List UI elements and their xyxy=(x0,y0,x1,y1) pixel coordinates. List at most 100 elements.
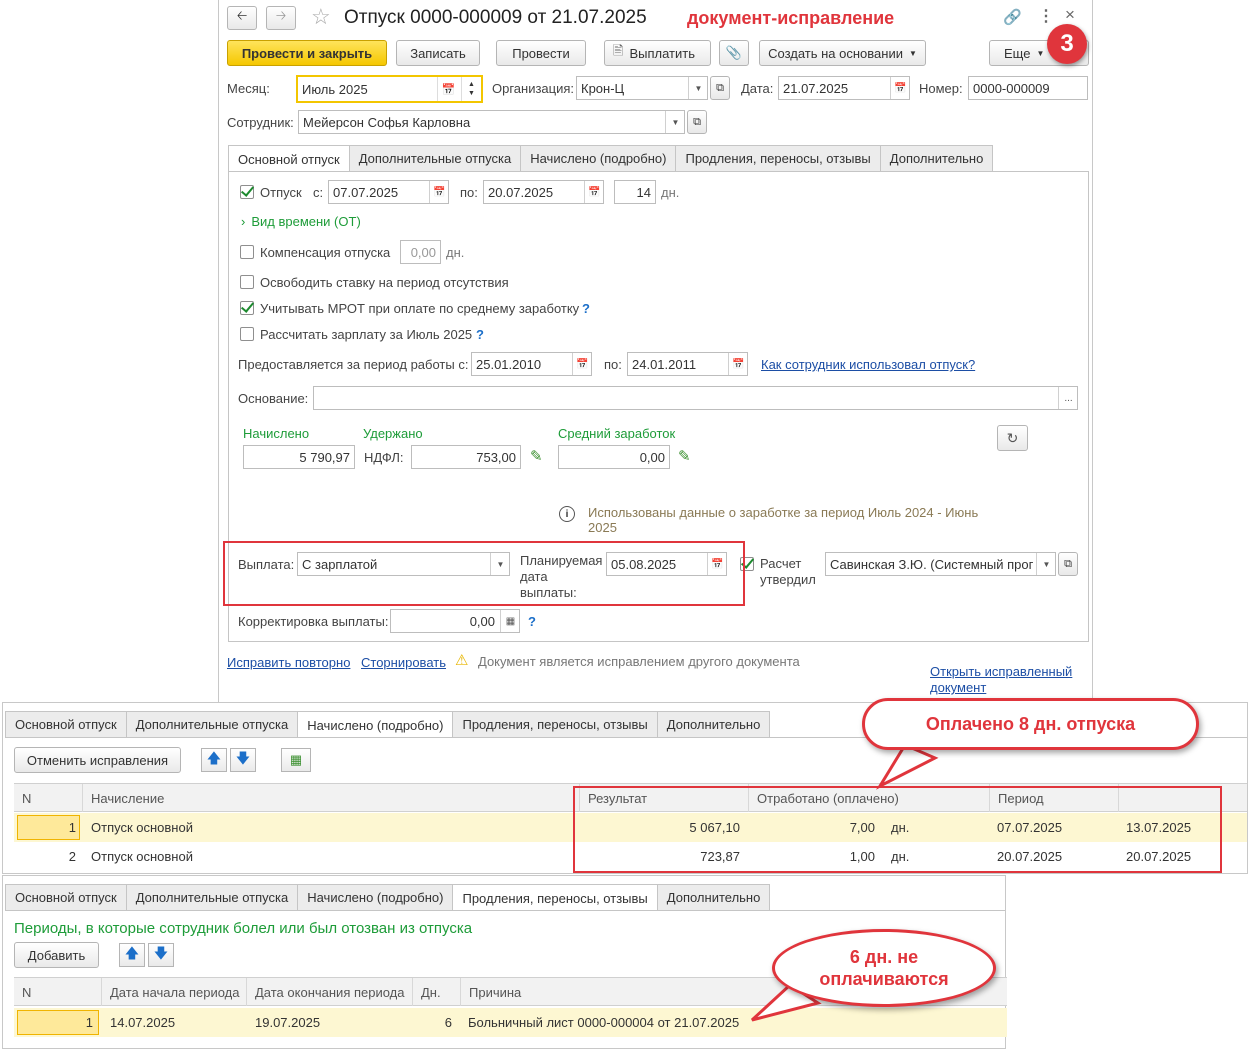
move-down-button[interactable]: 🡇 xyxy=(230,748,256,772)
forward-button[interactable]: 🡢 xyxy=(266,6,296,30)
work-period-to-field[interactable]: 24.01.2011 📅 xyxy=(627,352,748,376)
organization-field[interactable]: Крон-Ц ▼ xyxy=(576,76,708,100)
col-start-date[interactable]: Дата начала периода xyxy=(101,978,246,1006)
calc-salary-help-icon[interactable]: ? xyxy=(476,327,484,342)
dropdown-arrow-icon[interactable]: ▼ xyxy=(688,77,707,99)
col-end-date[interactable]: Дата окончания периода xyxy=(246,978,412,1006)
fix-again-link[interactable]: Исправить повторно xyxy=(227,655,350,670)
col-days[interactable]: Дн. xyxy=(412,978,460,1006)
move-up-button[interactable]: 🡅 xyxy=(201,748,227,772)
employee-field[interactable]: Мейерсон Софья Карловна ▼ xyxy=(298,110,685,134)
work-period-from-field[interactable]: 25.01.2010 📅 xyxy=(471,352,592,376)
average-earnings-label: Средний заработок xyxy=(558,426,676,441)
open-fixed-document-link[interactable]: Открыть исправленный документ xyxy=(930,664,1080,696)
tab-additional-vacations[interactable]: Дополнительные отпуска xyxy=(125,711,299,737)
tab-additional[interactable]: Дополнительно xyxy=(656,884,771,910)
calendar-icon[interactable]: 📅 xyxy=(728,353,747,375)
average-earnings-field[interactable]: 0,00 xyxy=(558,445,670,469)
date-field[interactable]: 21.07.2025 📅 xyxy=(778,76,910,100)
vacation-checkbox[interactable] xyxy=(240,185,254,199)
calendar-icon[interactable]: 📅 xyxy=(429,181,448,203)
calendar-icon[interactable]: 📅 xyxy=(584,181,603,203)
calendar-icon[interactable]: 📅 xyxy=(437,77,459,101)
cancel-corrections-button[interactable]: Отменить исправления xyxy=(14,747,181,773)
number-field[interactable]: 0000-000009 xyxy=(968,76,1088,100)
time-kind-expander[interactable]: › Вид времени (ОТ) xyxy=(241,214,361,229)
open-employee-icon[interactable]: ⧉ xyxy=(687,110,707,134)
pay-button[interactable]: 🖹 Выплатить xyxy=(604,40,711,66)
back-button[interactable]: 🡠 xyxy=(227,6,257,30)
ndfl-label: НДФЛ: xyxy=(364,450,404,465)
link-icon[interactable]: 🔗 xyxy=(1003,8,1022,26)
tab-accrued-detailed[interactable]: Начислено (подробно) xyxy=(297,884,454,910)
vacation-from-field[interactable]: 07.07.2025 📅 xyxy=(328,180,449,204)
save-button[interactable]: Записать xyxy=(396,40,480,66)
tab-extensions[interactable]: Продления, переносы, отзывы xyxy=(675,145,881,171)
calendar-icon[interactable]: 📅 xyxy=(890,77,909,99)
calc-salary-checkbox[interactable] xyxy=(240,327,254,341)
spin-arrows-icon[interactable]: ▲ ▼ xyxy=(461,77,481,101)
attach-button[interactable]: 📎 xyxy=(719,40,749,66)
favorite-star-icon[interactable]: ☆ xyxy=(311,4,331,30)
open-organization-icon[interactable]: ⧉ xyxy=(710,76,730,100)
tab-accrued-detailed[interactable]: Начислено (подробно) xyxy=(520,145,677,171)
release-rate-checkbox[interactable] xyxy=(240,275,254,289)
tab-additional[interactable]: Дополнительно xyxy=(879,145,994,171)
col-n[interactable]: N xyxy=(14,978,101,1006)
payout-correction-help-icon[interactable]: ? xyxy=(528,614,536,629)
tab-main-vacation[interactable]: Основной отпуск xyxy=(5,884,127,910)
month-field[interactable]: Июль 2025 📅 ▲ ▼ xyxy=(296,75,483,103)
tab-extensions[interactable]: Продления, переносы, отзывы xyxy=(452,884,658,911)
approved-by-field[interactable]: Савинская З.Ю. (Системный прог ▼ xyxy=(825,552,1056,576)
move-down-button[interactable]: 🡇 xyxy=(148,943,174,967)
correction-warning-text: Документ является исправлением другого д… xyxy=(478,654,800,669)
recalculate-button[interactable]: ↻ xyxy=(997,425,1028,451)
tab-main-vacation[interactable]: Основной отпуск xyxy=(5,711,127,737)
month-value: Июль 2025 xyxy=(302,81,368,97)
reverse-link[interactable]: Сторнировать xyxy=(361,655,446,670)
post-button[interactable]: Провести xyxy=(496,40,586,66)
tab-additional-vacations[interactable]: Дополнительные отпуска xyxy=(348,145,522,171)
unpaid-days-callout: 6 дн. не оплачиваются xyxy=(772,929,996,1007)
vacation-days-field[interactable]: 14 xyxy=(614,180,656,204)
open-approver-icon[interactable]: ⧉ xyxy=(1058,552,1078,576)
close-icon[interactable]: × xyxy=(1065,5,1075,25)
table-settings-button[interactable]: ▦ xyxy=(281,748,311,772)
table-row[interactable]: 1 14.07.2025 19.07.2025 6 Больничный лис… xyxy=(14,1008,1007,1037)
mrot-help-icon[interactable]: ? xyxy=(582,301,590,316)
compensation-checkbox[interactable] xyxy=(240,245,254,259)
more-vertical-icon[interactable]: ⋮ xyxy=(1038,6,1054,26)
create-based-button[interactable]: Создать на основании ▼ xyxy=(759,40,926,66)
basis-label: Основание: xyxy=(238,391,309,406)
tab-accrued-detailed[interactable]: Начислено (подробно) xyxy=(297,711,454,738)
compensation-field[interactable]: 0,00 xyxy=(400,240,441,264)
refresh-icon: ↻ xyxy=(1006,429,1019,446)
accrued-field[interactable]: 5 790,97 xyxy=(243,445,355,469)
col-n[interactable]: N xyxy=(14,784,82,812)
average-earnings-value: 0,00 xyxy=(639,449,665,465)
tab-additional-vacations[interactable]: Дополнительные отпуска xyxy=(125,884,299,910)
calendar-icon[interactable]: 📅 xyxy=(572,353,591,375)
move-up-button[interactable]: 🡅 xyxy=(119,943,145,967)
payout-correction-field[interactable]: 0,00 ▦ xyxy=(390,609,520,633)
ndfl-field[interactable]: 753,00 xyxy=(411,445,521,469)
tab-extensions[interactable]: Продления, переносы, отзывы xyxy=(452,711,658,737)
col-accrual[interactable]: Начисление xyxy=(82,784,579,812)
basis-select-button[interactable]: ... xyxy=(1058,387,1077,409)
mrot-checkbox[interactable] xyxy=(240,301,254,315)
vacation-to-field[interactable]: 20.07.2025 📅 xyxy=(483,180,604,204)
dropdown-arrow-icon: ▼ xyxy=(1036,48,1045,58)
vacation-usage-link[interactable]: Как сотрудник использовал отпуск? xyxy=(761,357,975,372)
basis-field[interactable]: ... xyxy=(313,386,1078,410)
calculator-icon[interactable]: ▦ xyxy=(500,610,519,632)
tab-additional[interactable]: Дополнительно xyxy=(656,711,771,737)
post-and-close-button[interactable]: Провести и закрыть xyxy=(227,40,387,66)
info-text: Использованы данные о заработке за перио… xyxy=(588,505,979,535)
tab-main-vacation[interactable]: Основной отпуск xyxy=(228,145,350,172)
dropdown-arrow-icon[interactable]: ▼ xyxy=(665,111,684,133)
edit-ndfl-icon[interactable]: ✎ xyxy=(530,447,543,465)
add-button[interactable]: Добавить xyxy=(14,942,99,968)
edit-average-icon[interactable]: ✎ xyxy=(678,447,691,465)
dropdown-arrow-icon[interactable]: ▼ xyxy=(1036,553,1055,575)
work-period-to-value: 24.01.2011 xyxy=(632,356,697,372)
